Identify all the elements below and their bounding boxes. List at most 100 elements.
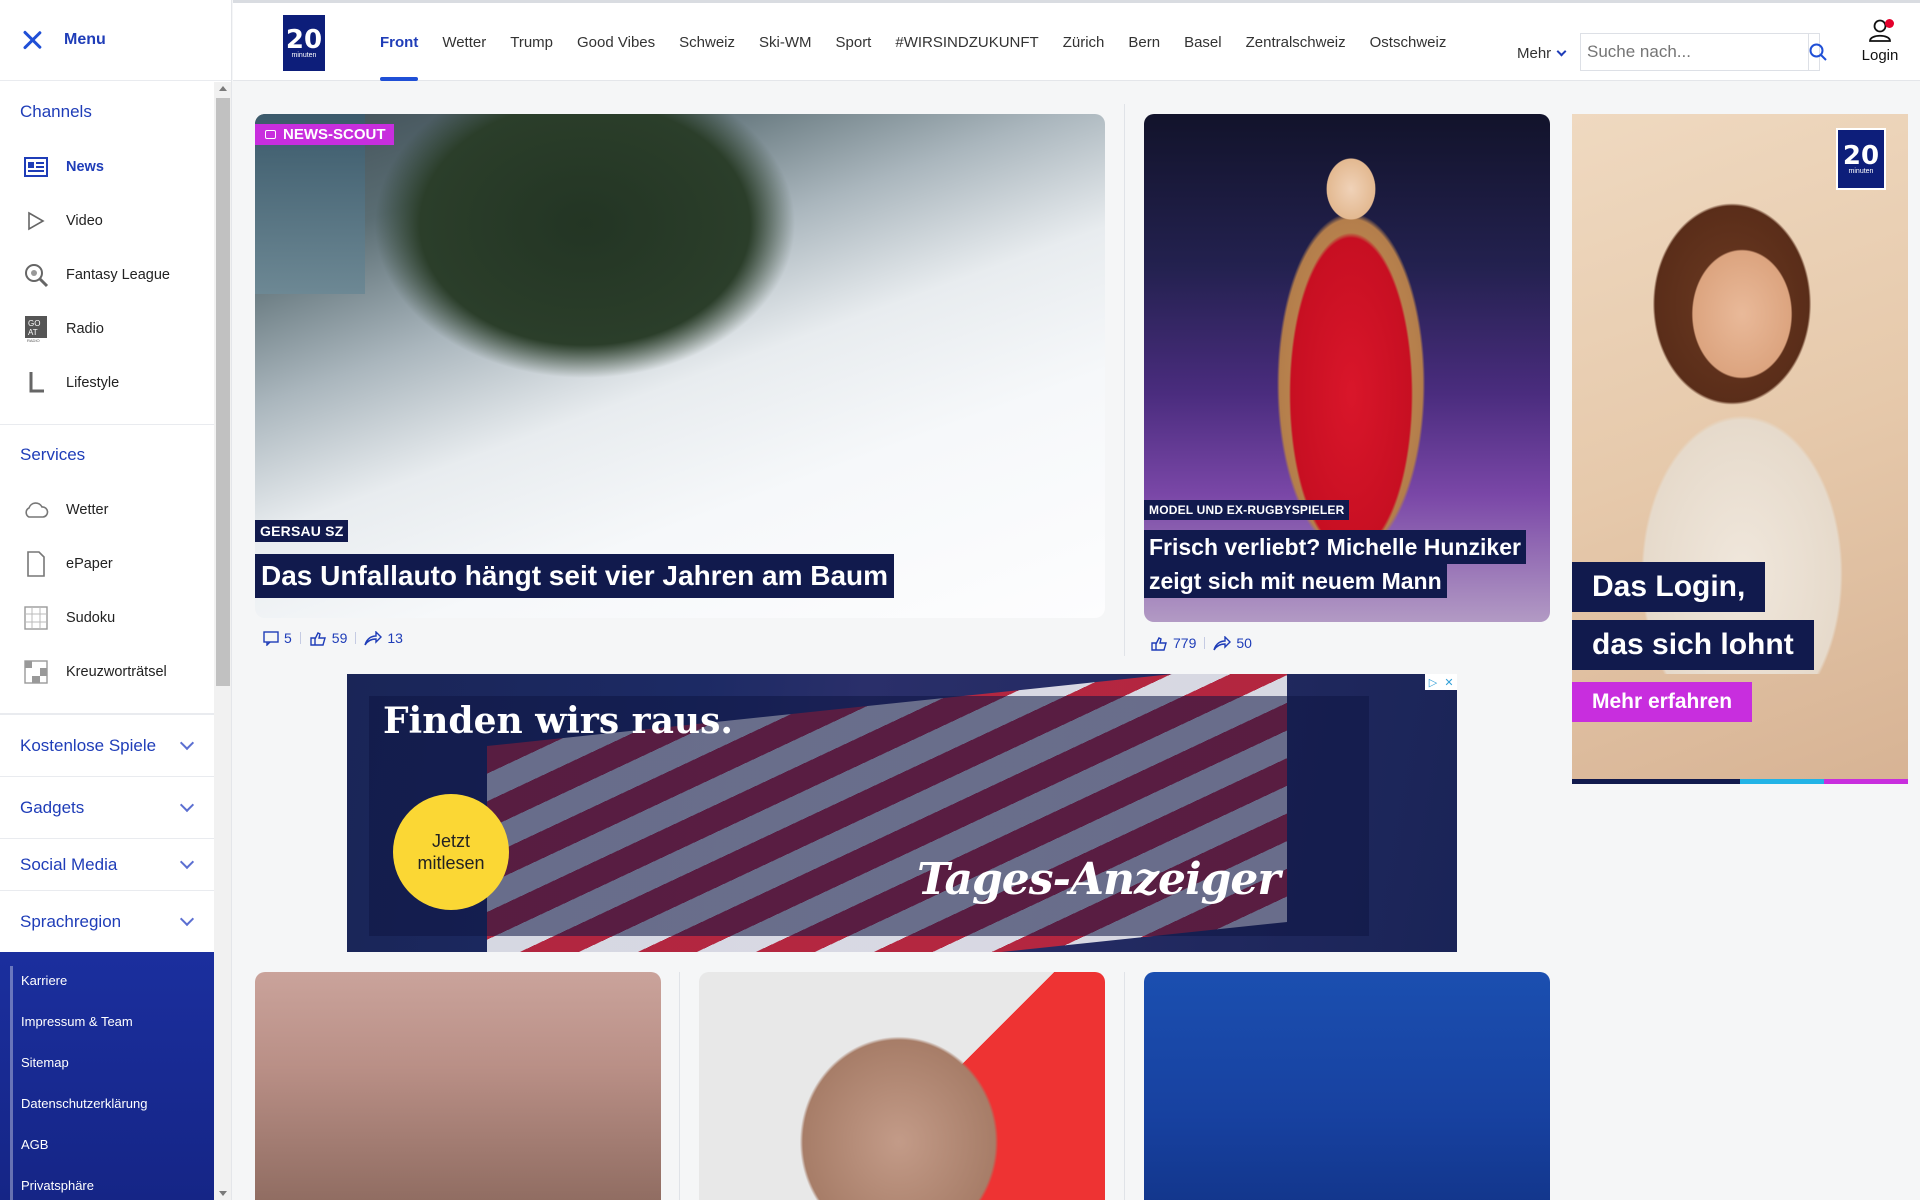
main-article-card[interactable]: NEWS-SCOUT GERSAU SZ Das Unfallauto häng… — [255, 114, 1105, 618]
logo-number: 20 — [1842, 140, 1880, 171]
close-icon[interactable] — [20, 28, 44, 52]
article-headline[interactable]: Das Unfallauto hängt seit vier Jahren am… — [255, 554, 895, 598]
footer-link-sitemap[interactable]: Sitemap — [10, 1048, 214, 1089]
reaction-icon — [1151, 636, 1167, 651]
sidebar-item-radio[interactable]: GO AT RADIO Radio — [0, 302, 214, 356]
sidebar-scrollbar[interactable] — [214, 82, 231, 1200]
nav-good-vibes[interactable]: Good Vibes — [577, 3, 655, 81]
reaction-count[interactable]: 59 — [332, 630, 348, 646]
scrollbar-thumb[interactable] — [216, 98, 230, 686]
more-label: Mehr — [1517, 45, 1552, 62]
svg-text:AT: AT — [28, 328, 38, 337]
footer-link-datenschutz[interactable]: Datenschutzerklärung — [10, 1089, 214, 1130]
ad-cta-button[interactable]: Mehr erfahren — [1572, 682, 1753, 722]
article-card-bottom-2[interactable] — [699, 972, 1105, 1200]
sudoku-icon — [22, 604, 50, 632]
newspaper-icon — [22, 153, 50, 181]
footer-link-impressum[interactable]: Impressum & Team — [10, 1007, 214, 1048]
sidebar-item-news[interactable]: News — [0, 140, 214, 194]
services-title: Services — [20, 445, 86, 464]
sidebar-item-label: Video — [66, 213, 103, 229]
share-count[interactable]: 50 — [1236, 635, 1252, 651]
collapsible-gadgets[interactable]: Gadgets — [0, 776, 214, 838]
login-label: Login — [1861, 47, 1899, 64]
stat-separator — [355, 632, 357, 644]
nav-ski-wm[interactable]: Ski-WM — [759, 3, 812, 81]
ad-close-icon[interactable]: ✕ — [1441, 674, 1457, 690]
sidebar-item-wetter[interactable]: Wetter — [0, 483, 214, 537]
comment-icon — [263, 630, 279, 646]
collapsible-label: Sprachregion — [20, 911, 122, 931]
radio-icon: GO AT RADIO — [22, 315, 50, 343]
login-button[interactable]: Login — [1850, 17, 1910, 64]
nav-ostschweiz[interactable]: Ostschweiz — [1370, 3, 1447, 81]
nav-wirsindzukunft[interactable]: #WIRSINDZUKUNFT — [895, 3, 1038, 81]
share-count[interactable]: 13 — [387, 630, 403, 646]
logo-text: minuten — [1848, 167, 1874, 175]
menu-label[interactable]: Menu — [64, 31, 106, 49]
channels-title: Channels — [20, 102, 92, 121]
nav-bern[interactable]: Bern — [1128, 3, 1160, 81]
sidebar-item-fantasy-league[interactable]: Fantasy League — [0, 248, 214, 302]
footer-link-agb[interactable]: AGB — [10, 1130, 214, 1171]
nav-front[interactable]: Front — [380, 3, 419, 81]
sidebar-item-lifestyle[interactable]: Lifestyle — [0, 356, 214, 410]
banner-cta-button[interactable]: Jetzt mitlesen — [393, 794, 509, 910]
ad-line2: das sich lohnt — [1572, 620, 1814, 670]
collapsible-sprachregion[interactable]: Sprachregion — [0, 890, 214, 952]
scroll-up-arrow-icon[interactable] — [219, 86, 227, 91]
nav-wetter[interactable]: Wetter — [442, 3, 486, 81]
article-headline-line1[interactable]: Frisch verliebt? Michelle Hunziker — [1144, 530, 1526, 564]
search-input[interactable] — [1581, 34, 1808, 70]
sidebar-item-label: Wetter — [66, 502, 109, 518]
sidebar-item-label: ePaper — [66, 556, 113, 572]
second-article-card[interactable]: MODEL UND EX-RUGBYSPIELER Frisch verlieb… — [1144, 114, 1550, 622]
footer-link-karriere[interactable]: Karriere — [10, 966, 214, 1007]
search-box — [1580, 33, 1827, 71]
camera-icon — [265, 130, 276, 139]
nav-basel[interactable]: Basel — [1184, 3, 1222, 81]
banner-ad[interactable]: Finden wirs raus. Jetzt mitlesen Tages-An… — [347, 674, 1457, 952]
article-card-bottom-3[interactable] — [1144, 972, 1550, 1200]
banner-brand-logo: Tages-Anzeiger — [917, 854, 1281, 905]
article-kicker: MODEL UND EX-RUGBYSPIELER — [1144, 500, 1350, 520]
chevron-down-icon — [179, 797, 195, 812]
sidebar-item-label: Kreuzworträtsel — [66, 664, 167, 680]
nav-trump[interactable]: Trump — [510, 3, 553, 81]
collapsible-label: Gadgets — [20, 797, 85, 817]
site-logo[interactable]: 20 minuten — [283, 15, 325, 71]
ad-logo: 20 minuten — [1836, 128, 1886, 190]
chevron-down-icon — [179, 911, 195, 926]
reaction-icon — [310, 631, 326, 646]
sidebar-item-video[interactable]: Video — [0, 194, 214, 248]
article-card-bottom-1[interactable] — [255, 972, 661, 1200]
reaction-count[interactable]: 779 — [1173, 635, 1196, 651]
collapsible-kostenlose-spiele[interactable]: Kostenlose Spiele — [0, 714, 214, 776]
nav-schweiz[interactable]: Schweiz — [679, 3, 735, 81]
sidebar-item-kreuzwortraetsel[interactable]: Kreuzworträtsel — [0, 645, 214, 699]
scroll-down-arrow-icon[interactable] — [219, 1191, 227, 1196]
sidebar-item-label: Lifestyle — [66, 375, 120, 391]
nav-zuerich[interactable]: Zürich — [1063, 3, 1105, 81]
logo-text: minuten — [291, 51, 317, 59]
sidebar-footer-links: Karriere Impressum & Team Sitemap Datens… — [0, 952, 214, 1200]
comment-count[interactable]: 5 — [284, 630, 292, 646]
nav-zentralschweiz[interactable]: Zentralschweiz — [1246, 3, 1346, 81]
search-icon — [1809, 43, 1827, 61]
search-button[interactable] — [1808, 34, 1827, 70]
footer-link-privatsphaere[interactable]: Privatsphäre — [10, 1171, 214, 1200]
right-ad-login[interactable]: 20 minuten Das Login, das sich lohnt Meh… — [1572, 114, 1908, 784]
sidebar-item-epaper[interactable]: ePaper — [0, 537, 214, 591]
more-menu-button[interactable]: Mehr — [1517, 45, 1567, 62]
play-icon — [22, 207, 50, 235]
collapsible-social-media[interactable]: Social Media — [0, 838, 214, 890]
ad-choices[interactable]: ▷ ✕ — [1425, 674, 1457, 690]
menu-header[interactable]: Menu — [0, 0, 231, 81]
article-headline-line2[interactable]: zeigt sich mit neuem Mann — [1144, 564, 1447, 598]
nav-sport[interactable]: Sport — [836, 3, 872, 81]
sidebar-item-sudoku[interactable]: Sudoku — [0, 591, 214, 645]
sidebar-item-label: Fantasy League — [66, 267, 170, 283]
ad-info-icon[interactable]: ▷ — [1425, 674, 1441, 690]
second-article-stats: 779 50 — [1150, 635, 1260, 651]
ad-line1: Das Login, — [1572, 562, 1766, 612]
